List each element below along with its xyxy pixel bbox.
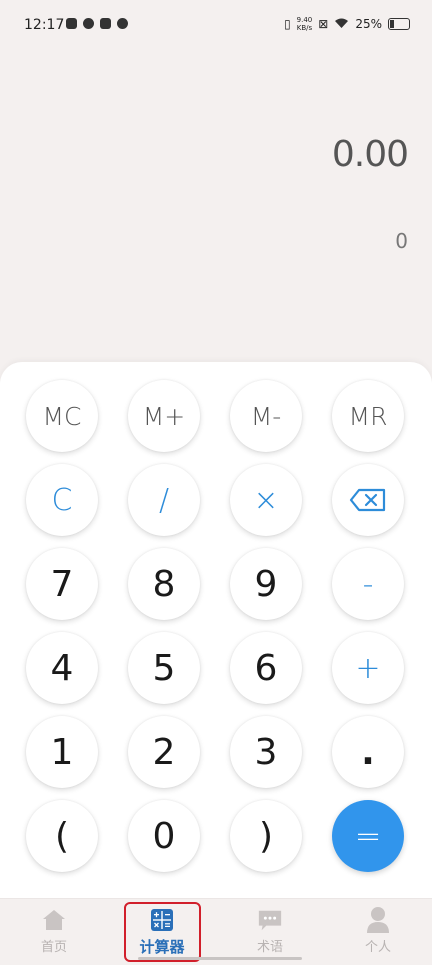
result-value: 0.00 bbox=[331, 134, 409, 175]
tab-terms[interactable]: 术语 bbox=[216, 899, 324, 965]
key-decimal[interactable]: . bbox=[332, 716, 404, 788]
key-5[interactable]: 5 bbox=[128, 632, 200, 704]
expression-value: 0 bbox=[395, 229, 408, 253]
net-speed-value: 9.40 bbox=[296, 16, 313, 24]
bottom-tab-bar: 首页 计算器 术语 个人 bbox=[0, 898, 432, 965]
chat-icon bbox=[257, 907, 283, 933]
key-7[interactable]: 7 bbox=[26, 548, 98, 620]
key-1[interactable]: 1 bbox=[26, 716, 98, 788]
backspace-icon bbox=[349, 488, 386, 512]
tab-profile[interactable]: 个人 bbox=[324, 899, 432, 965]
key-minus[interactable]: - bbox=[332, 548, 404, 620]
key-3[interactable]: 3 bbox=[230, 716, 302, 788]
net-speed: 9.40 KB/s bbox=[297, 16, 313, 32]
tab-label: 计算器 bbox=[139, 938, 185, 956]
key-open-paren[interactable]: ( bbox=[26, 800, 98, 872]
key-9[interactable]: 9 bbox=[230, 548, 302, 620]
status-time: 12:17 bbox=[24, 17, 65, 33]
key-6[interactable]: 6 bbox=[230, 632, 302, 704]
vibrate-icon: ▯ bbox=[284, 17, 291, 31]
wechat-icon bbox=[117, 18, 128, 29]
person-icon bbox=[365, 907, 391, 933]
key-4[interactable]: 4 bbox=[26, 632, 98, 704]
tab-label: 首页 bbox=[40, 940, 67, 955]
key-8[interactable]: 8 bbox=[128, 548, 200, 620]
key-backspace[interactable] bbox=[332, 464, 404, 536]
key-clear[interactable]: C bbox=[26, 464, 98, 536]
keypad: MC M+ M- MR C / × 7 8 9 - 4 5 6 + 1 2 3 … bbox=[0, 362, 432, 902]
mail-icon bbox=[66, 18, 77, 29]
net-speed-unit: KB/s bbox=[296, 24, 313, 32]
tab-label: 术语 bbox=[256, 940, 283, 955]
key-m-plus[interactable]: M+ bbox=[128, 380, 200, 452]
calculator-display: 0.00 0 bbox=[0, 52, 432, 362]
calculator-icon bbox=[149, 907, 175, 933]
tab-label: 个人 bbox=[364, 940, 391, 955]
key-close-paren[interactable]: ) bbox=[230, 800, 302, 872]
key-mr[interactable]: MR bbox=[332, 380, 404, 452]
check-icon bbox=[83, 18, 94, 29]
wifi-icon bbox=[334, 17, 349, 32]
home-icon bbox=[41, 907, 67, 933]
tab-home[interactable]: 首页 bbox=[0, 899, 108, 965]
battery-percent: 25% bbox=[355, 17, 382, 31]
key-divide[interactable]: / bbox=[128, 464, 200, 536]
app-icon bbox=[100, 18, 111, 29]
status-right: ▯ 9.40 KB/s ⊠ 25% bbox=[284, 16, 410, 32]
battery-icon bbox=[388, 18, 410, 30]
key-plus[interactable]: + bbox=[332, 632, 404, 704]
key-multiply[interactable]: × bbox=[230, 464, 302, 536]
no-sim-icon: ⊠ bbox=[318, 17, 329, 31]
key-equals[interactable]: = bbox=[332, 800, 404, 872]
tab-calculator[interactable]: 计算器 bbox=[108, 899, 216, 965]
key-2[interactable]: 2 bbox=[128, 716, 200, 788]
status-bar: 12:17 ▯ 9.40 KB/s ⊠ 25% bbox=[0, 0, 432, 52]
notification-icons bbox=[66, 18, 128, 29]
key-m-minus[interactable]: M- bbox=[230, 380, 302, 452]
home-indicator bbox=[138, 957, 302, 960]
key-mc[interactable]: MC bbox=[26, 380, 98, 452]
key-0[interactable]: 0 bbox=[128, 800, 200, 872]
